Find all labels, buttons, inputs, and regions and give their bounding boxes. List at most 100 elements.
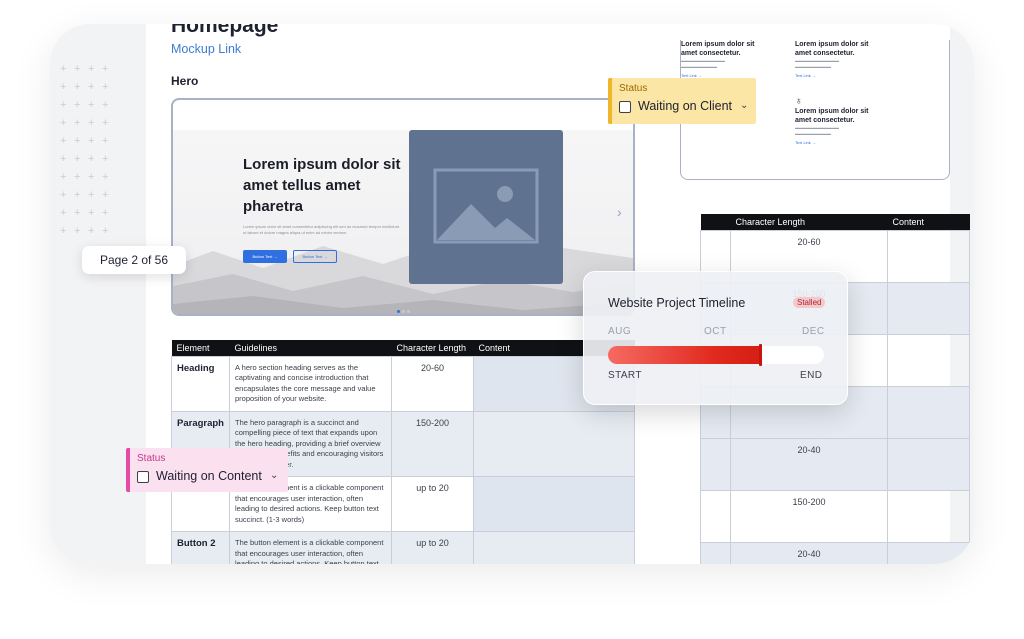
column-header: Content: [887, 214, 970, 230]
grid-plus-decoration: +: [88, 207, 95, 219]
grid-plus-decoration: +: [88, 135, 95, 147]
section-label: Hero: [171, 74, 199, 88]
card-link[interactable]: Text Link →: [795, 140, 873, 145]
grid-plus-decoration: +: [102, 225, 109, 237]
column-header: Element: [171, 340, 230, 356]
chevron-down-icon[interactable]: ⌄: [740, 100, 748, 111]
grid-plus-decoration: +: [88, 153, 95, 165]
grid-plus-decoration: +: [74, 135, 81, 147]
guideline-cell: The button element is a clickable compon…: [229, 531, 392, 564]
timeline-progress-marker[interactable]: [759, 344, 762, 366]
grid-plus-decoration: +: [60, 63, 67, 75]
status-badge: Stalled: [793, 297, 826, 308]
grid-plus-decoration: +: [60, 225, 67, 237]
feature-card: Lorem ipsum dolor sit amet consectetur. …: [795, 40, 873, 78]
grid-plus-decoration: +: [60, 153, 67, 165]
timeline-progress-fill: [608, 346, 761, 364]
content-cell[interactable]: [887, 385, 970, 439]
status-checkbox[interactable]: [619, 101, 631, 113]
content-cell[interactable]: [887, 229, 970, 283]
hero-mockup: Lorem ipsum dolor sit amet tellus amet p…: [171, 98, 635, 316]
grid-plus-decoration: +: [74, 81, 81, 93]
content-cell[interactable]: [473, 410, 635, 477]
char-length-cell: 150-200: [391, 410, 474, 477]
status-dropdown-client[interactable]: Status Waiting on Client ⌄: [608, 78, 756, 124]
page-counter: Page 2 of 56: [82, 246, 186, 274]
grid-plus-decoration: +: [88, 171, 95, 183]
grid-plus-decoration: +: [88, 189, 95, 201]
project-timeline-card: Website Project Timeline Stalled AUG OCT…: [583, 271, 848, 405]
guideline-cell: A hero section heading serves as the cap…: [229, 355, 392, 412]
carousel-dots[interactable]: [397, 300, 412, 314]
card-text: ▬▬▬▬▬▬▬▬▬▬▬ ▬▬▬▬▬▬▬▬▬: [681, 58, 725, 69]
content-cell[interactable]: [887, 541, 970, 564]
content-cell[interactable]: [473, 476, 635, 532]
grid-plus-decoration: +: [74, 171, 81, 183]
grid-plus-decoration: +: [102, 117, 109, 129]
mockup-link[interactable]: Mockup Link: [171, 42, 241, 56]
grid-plus-decoration: +: [60, 135, 67, 147]
element-cell: Button 2: [171, 531, 230, 564]
feature-card: Lorem ipsum dolor sit amet consectetur. …: [681, 40, 759, 78]
grid-plus-decoration: +: [74, 63, 81, 75]
content-cell[interactable]: [887, 437, 970, 491]
card-link[interactable]: Text Link →: [795, 73, 873, 78]
column-header: Guidelines: [229, 340, 392, 356]
page-title: Homepage: [171, 24, 279, 37]
card-heading: Lorem ipsum dolor sit amet consectetur.: [795, 41, 869, 57]
grid-plus-decoration: +: [60, 117, 67, 129]
timeline-progress-track: [608, 344, 824, 366]
status-value: Waiting on Content: [156, 469, 262, 483]
hero-paragraph: Lorem ipsum dolor sit amet consectetur a…: [243, 224, 400, 235]
timeline-end-label: END: [800, 370, 823, 381]
hero-heading: Lorem ipsum dolor sit amet tellus amet p…: [243, 156, 401, 215]
chevron-right-icon[interactable]: ›: [617, 204, 622, 220]
grid-plus-decoration: +: [102, 99, 109, 111]
feature-card: ♁ Lorem ipsum dolor sit amet consectetur…: [795, 96, 873, 145]
card-text: ▬▬▬▬▬▬▬▬▬▬▬ ▬▬▬▬▬▬▬▬▬: [795, 58, 839, 69]
table-row: Button 2 The button element is a clickab…: [171, 531, 635, 564]
grid-plus-decoration: +: [102, 63, 109, 75]
timeline-month: AUG: [608, 326, 632, 337]
hero-secondary-button[interactable]: Button Text →: [293, 250, 337, 263]
image-placeholder-icon: [409, 130, 563, 284]
status-label: Status: [137, 453, 166, 464]
element-cell: Heading: [171, 355, 230, 412]
char-length-cell: 20-60: [391, 355, 474, 412]
status-checkbox[interactable]: [137, 471, 149, 483]
grid-plus-decoration: +: [60, 207, 67, 219]
grid-plus-decoration: +: [88, 225, 95, 237]
card-text: ▬▬▬▬▬▬▬▬▬▬▬ ▬▬▬▬▬▬▬▬▬: [795, 125, 839, 136]
timeline-month: OCT: [704, 326, 727, 337]
column-header: Character Length: [730, 214, 888, 230]
card-heading: Lorem ipsum dolor sit amet consectetur.: [681, 41, 755, 57]
char-length-cell: up to 20: [391, 476, 474, 532]
grid-plus-decoration: +: [88, 81, 95, 93]
grid-plus-decoration: +: [88, 99, 95, 111]
char-length-cell: up to 20: [391, 531, 474, 564]
grid-plus-decoration: +: [60, 189, 67, 201]
grid-plus-decoration: +: [102, 153, 109, 165]
chevron-down-icon[interactable]: ⌄: [270, 470, 278, 481]
hero-primary-button[interactable]: Button Text →: [243, 250, 287, 263]
grid-plus-decoration: +: [102, 171, 109, 183]
content-cell[interactable]: [473, 531, 635, 564]
content-cell[interactable]: [887, 489, 970, 543]
grid-plus-decoration: +: [88, 63, 95, 75]
content-cell[interactable]: [887, 333, 970, 387]
hero-background: Lorem ipsum dolor sit amet tellus amet p…: [173, 130, 633, 314]
status-dropdown-content[interactable]: Status Waiting on Content ⌄: [126, 448, 288, 492]
timeline-title: Website Project Timeline: [608, 296, 746, 310]
grid-plus-decoration: +: [74, 189, 81, 201]
grid-plus-decoration: +: [60, 99, 67, 111]
column-header: Character Length: [391, 340, 474, 356]
card-heading: Lorem ipsum dolor sit amet consectetur.: [795, 108, 869, 124]
table-cell: 150-200: [729, 489, 889, 543]
grid-plus-decoration: +: [102, 207, 109, 219]
table-row: Heading A hero section heading serves as…: [171, 355, 635, 412]
grid-plus-decoration: +: [74, 225, 81, 237]
timeline-start-label: START: [608, 370, 642, 381]
content-cell[interactable]: [887, 281, 970, 335]
grid-plus-decoration: +: [102, 135, 109, 147]
grid-plus-decoration: +: [102, 81, 109, 93]
